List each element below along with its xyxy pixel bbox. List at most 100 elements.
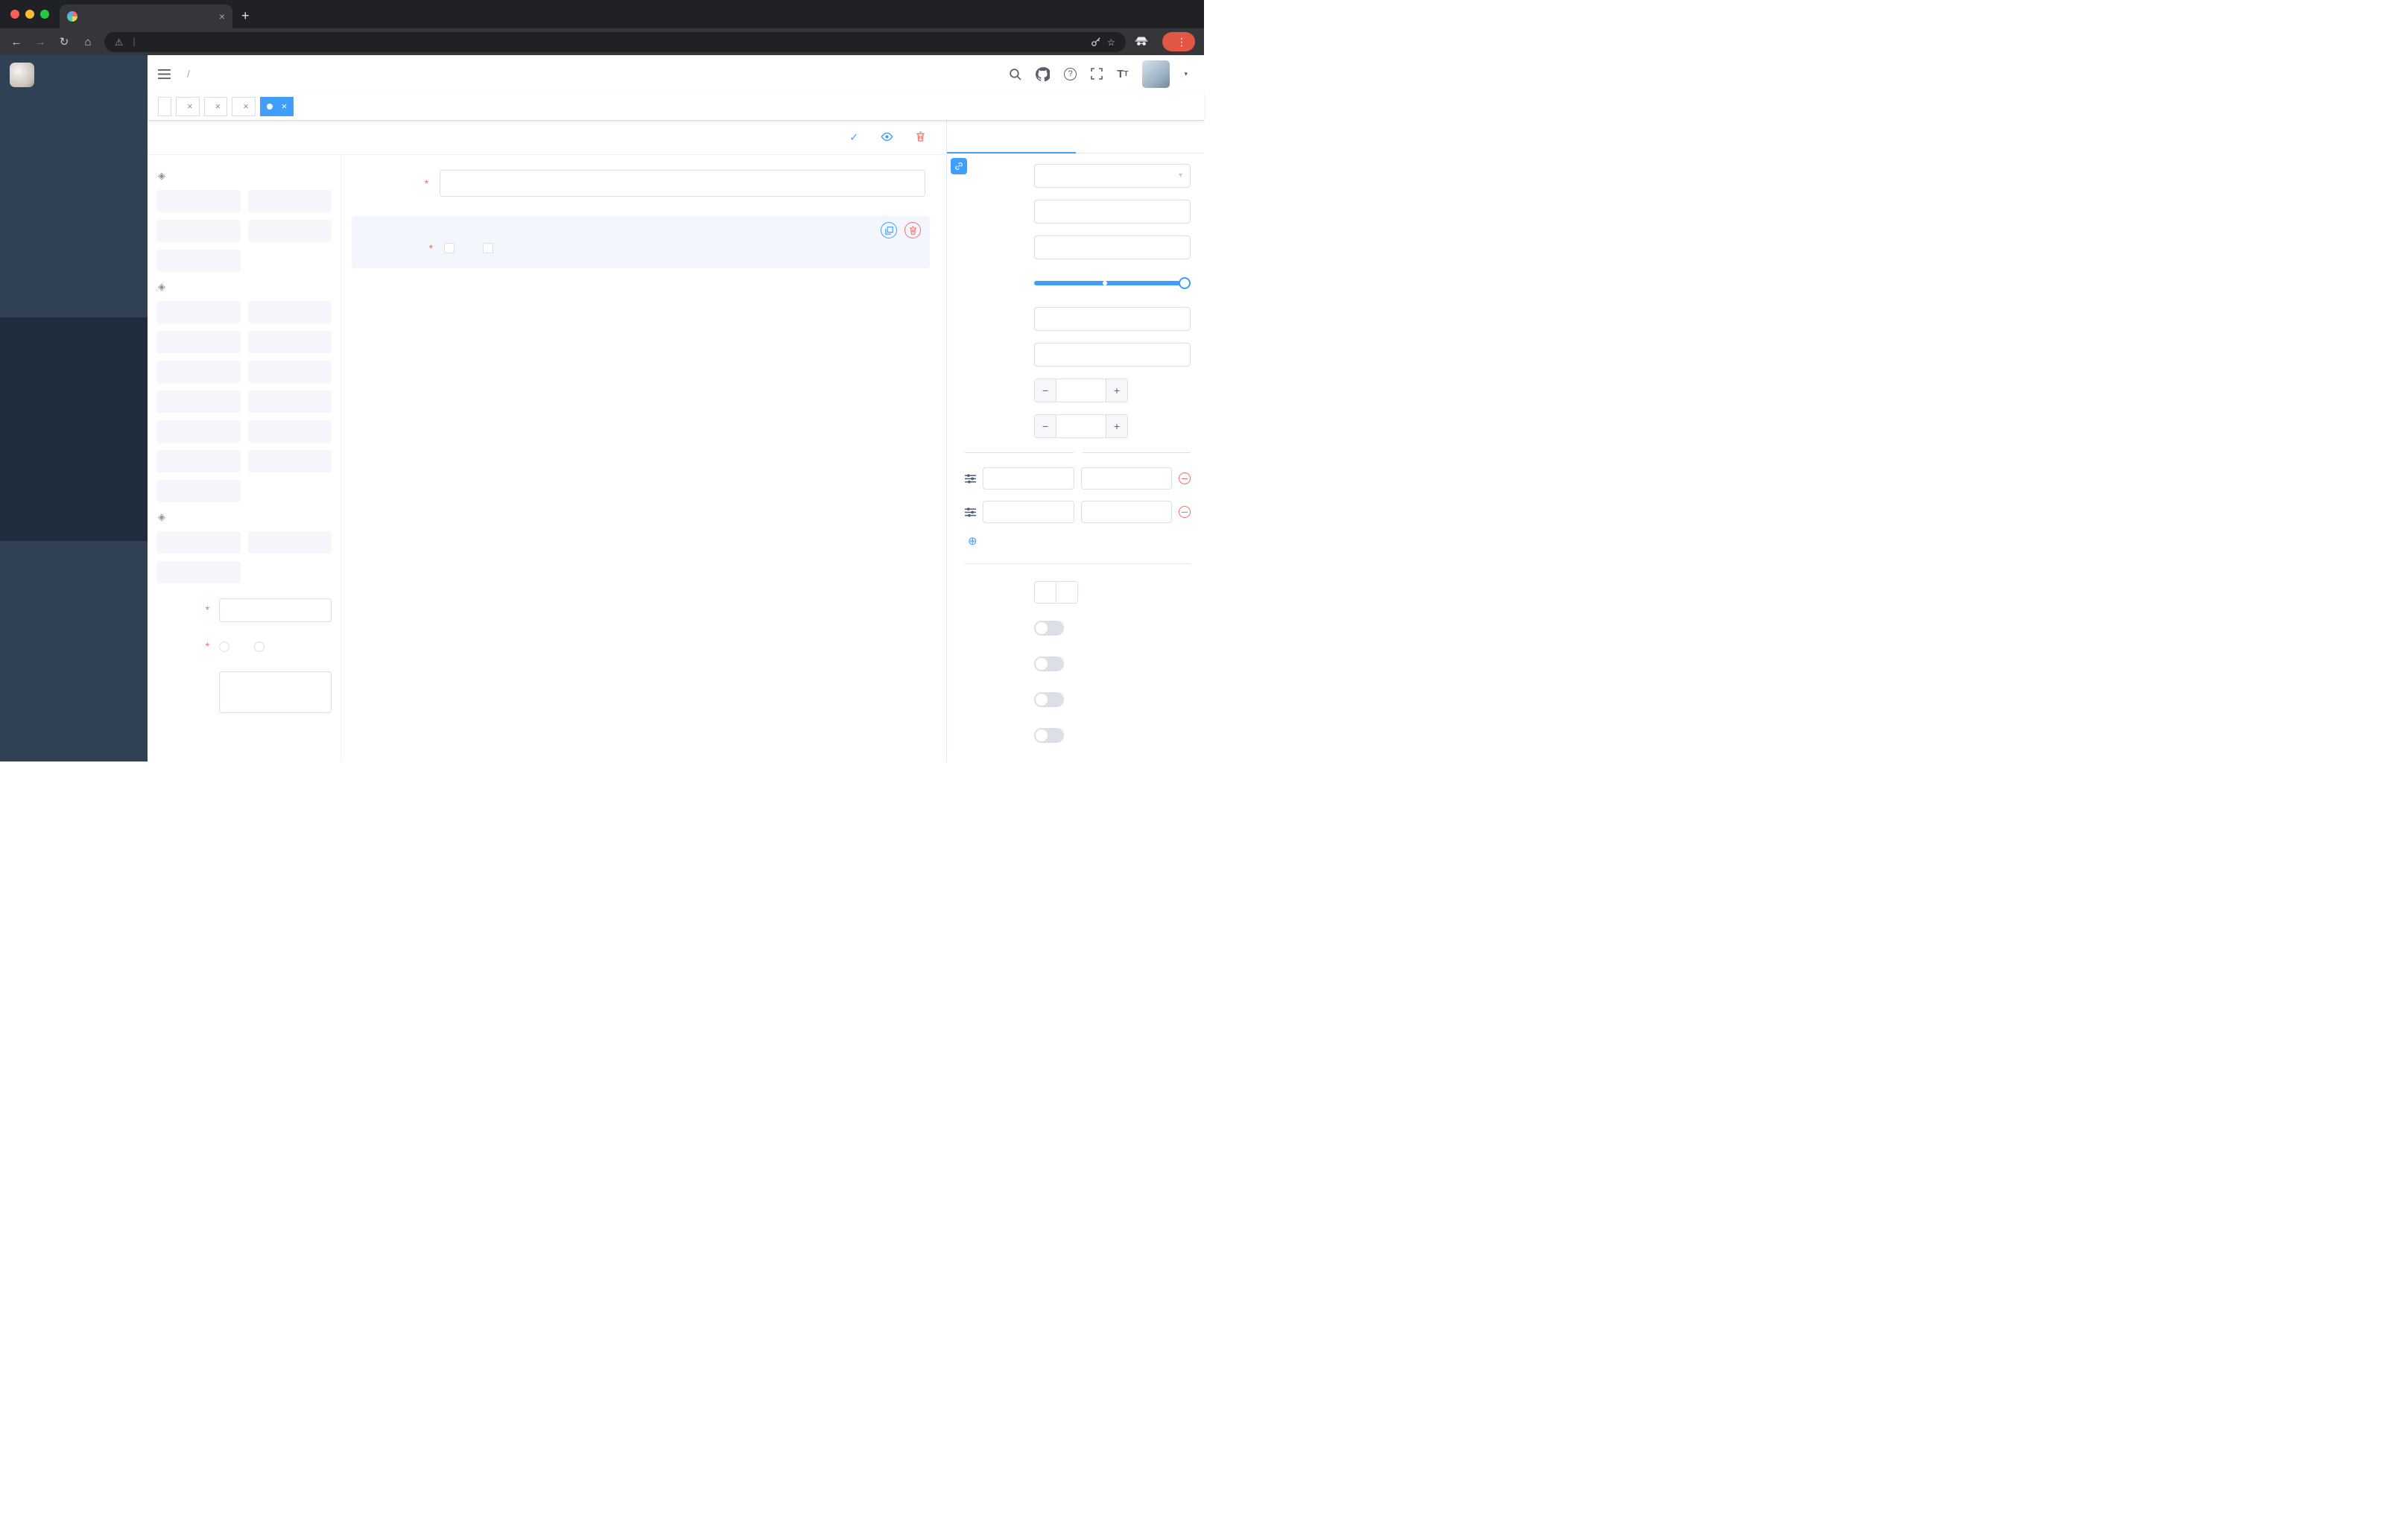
sidebar-item-process-model[interactable]	[0, 429, 148, 466]
palette-item-button[interactable]	[247, 531, 332, 554]
phone-input[interactable]	[440, 170, 925, 197]
gender-option-2[interactable]	[483, 243, 499, 253]
search-icon[interactable]	[1009, 68, 1021, 80]
security-warning[interactable]: ⚠	[115, 37, 127, 48]
address-bar[interactable]: ⚠ | ☆	[104, 31, 1126, 52]
palette-item-password[interactable]	[156, 220, 241, 242]
option-label-input[interactable]	[983, 501, 1074, 523]
new-tab-button[interactable]: +	[241, 8, 250, 24]
window-zoom-button[interactable]	[40, 10, 49, 19]
add-option-button[interactable]: ⊕	[968, 534, 1191, 548]
delete-field-button[interactable]	[904, 222, 921, 238]
palette-item-upload[interactable]	[156, 480, 241, 502]
route-tab-process-form-edit[interactable]: ×	[259, 96, 294, 116]
tab-close-icon[interactable]: ×	[243, 101, 249, 112]
clear-button[interactable]	[916, 131, 930, 144]
label-width-input[interactable]	[1034, 306, 1191, 331]
min-stepper-value[interactable]	[1056, 379, 1106, 402]
palette-item-single-text[interactable]	[156, 190, 241, 212]
sidebar-item-system[interactable]	[0, 131, 148, 168]
disabled-toggle[interactable]	[1034, 691, 1064, 707]
browser-tab[interactable]: ×	[60, 4, 232, 28]
tab-close-icon[interactable]: ×	[282, 101, 288, 112]
browser-menu-icon[interactable]: ⋮	[1176, 36, 1187, 48]
link-icon[interactable]	[951, 158, 967, 174]
status-radio-off[interactable]	[254, 642, 270, 652]
palette-item-date-range[interactable]	[247, 420, 332, 443]
palette-item-time-range[interactable]	[247, 390, 332, 413]
palette-item-checkbox-group[interactable]	[247, 331, 332, 353]
option-value-input[interactable]	[1080, 501, 1172, 523]
form-name-input[interactable]	[219, 598, 332, 622]
sidebar-item-home[interactable]	[0, 94, 148, 131]
max-stepper-value[interactable]	[1056, 415, 1106, 437]
tab-close-icon[interactable]: ×	[219, 10, 225, 22]
github-icon[interactable]	[1036, 66, 1051, 81]
refresh-icon[interactable]: ↻	[57, 35, 72, 48]
palette-item-rate[interactable]	[156, 450, 241, 472]
option-label-input[interactable]	[983, 467, 1074, 490]
component-type-select[interactable]: ▾	[1034, 163, 1191, 188]
save-button[interactable]: ✓	[849, 131, 863, 144]
copy-field-button[interactable]	[881, 222, 897, 238]
palette-item-table[interactable]	[156, 561, 241, 583]
field-name-input[interactable]	[1034, 199, 1191, 224]
palette-item-date-picker[interactable]	[156, 420, 241, 443]
border-toggle[interactable]	[1034, 656, 1064, 671]
form-remark-textarea[interactable]	[219, 671, 332, 713]
palette-item-cascader[interactable]	[247, 301, 332, 323]
route-tab-process-def[interactable]: ×	[176, 96, 200, 116]
palette-item-color-picker[interactable]	[247, 450, 332, 472]
grid-slider[interactable]	[1034, 271, 1191, 295]
palette-item-switch[interactable]	[156, 361, 241, 383]
sidebar-collapse-icon[interactable]	[158, 69, 171, 80]
minus-button[interactable]: −	[1035, 414, 1056, 437]
home-icon[interactable]: ⌂	[80, 36, 95, 48]
remove-option-icon[interactable]	[1179, 506, 1191, 518]
password-key-icon[interactable]	[1091, 37, 1101, 47]
help-icon[interactable]: ?	[1064, 67, 1077, 80]
show-label-toggle[interactable]	[1034, 620, 1064, 636]
slider-handle[interactable]	[1179, 276, 1191, 289]
palette-item-row-container[interactable]	[156, 531, 241, 554]
title-input[interactable]	[1034, 235, 1191, 259]
remove-option-icon[interactable]	[1179, 472, 1191, 484]
tab-form-props[interactable]	[1076, 121, 1205, 153]
palette-item-multi-text[interactable]	[247, 190, 332, 212]
sidebar-item-process-form[interactable]	[0, 355, 148, 392]
palette-item-counter[interactable]	[247, 220, 332, 242]
palette-item-radio-group[interactable]	[156, 331, 241, 353]
palette-item-editor[interactable]	[156, 250, 241, 272]
gender-option-1[interactable]	[444, 243, 460, 253]
sidebar-item-user-group[interactable]	[0, 392, 148, 429]
slider-track[interactable]	[1034, 276, 1191, 289]
sidebar-item-task-mgmt[interactable]	[0, 466, 148, 504]
window-close-button[interactable]	[10, 10, 19, 19]
route-tab-process-form[interactable]: ×	[232, 96, 256, 116]
font-size-icon[interactable]: TT	[1117, 68, 1128, 80]
back-icon[interactable]: ←	[9, 36, 24, 48]
default-value-input[interactable]	[1034, 342, 1191, 367]
browser-update-button[interactable]: ⋮	[1162, 32, 1195, 51]
status-radio-on[interactable]	[219, 642, 235, 652]
palette-item-time-picker[interactable]	[156, 390, 241, 413]
plus-button[interactable]: +	[1106, 414, 1127, 437]
sidebar-item-infra[interactable]	[0, 206, 148, 243]
canvas-field-phone[interactable]	[356, 170, 925, 197]
sidebar-item-payment[interactable]	[0, 168, 148, 206]
style-default-button[interactable]	[1034, 580, 1056, 604]
sidebar-item-workflow[interactable]	[0, 280, 148, 317]
sidebar-item-devtools[interactable]	[0, 243, 148, 280]
user-avatar[interactable]	[1142, 60, 1170, 88]
sidebar-logo[interactable]	[0, 55, 148, 94]
minus-button[interactable]: −	[1035, 379, 1056, 402]
palette-item-select[interactable]	[156, 301, 241, 323]
drag-handle-icon[interactable]	[965, 473, 976, 484]
route-tab-home[interactable]	[158, 96, 171, 116]
tab-close-icon[interactable]: ×	[215, 101, 221, 112]
route-tab-process-model[interactable]: ×	[203, 96, 228, 116]
bookmark-star-icon[interactable]: ☆	[1107, 37, 1115, 48]
option-value-input[interactable]	[1080, 467, 1172, 490]
tab-close-icon[interactable]: ×	[187, 101, 193, 112]
view-json-button[interactable]	[881, 132, 898, 144]
